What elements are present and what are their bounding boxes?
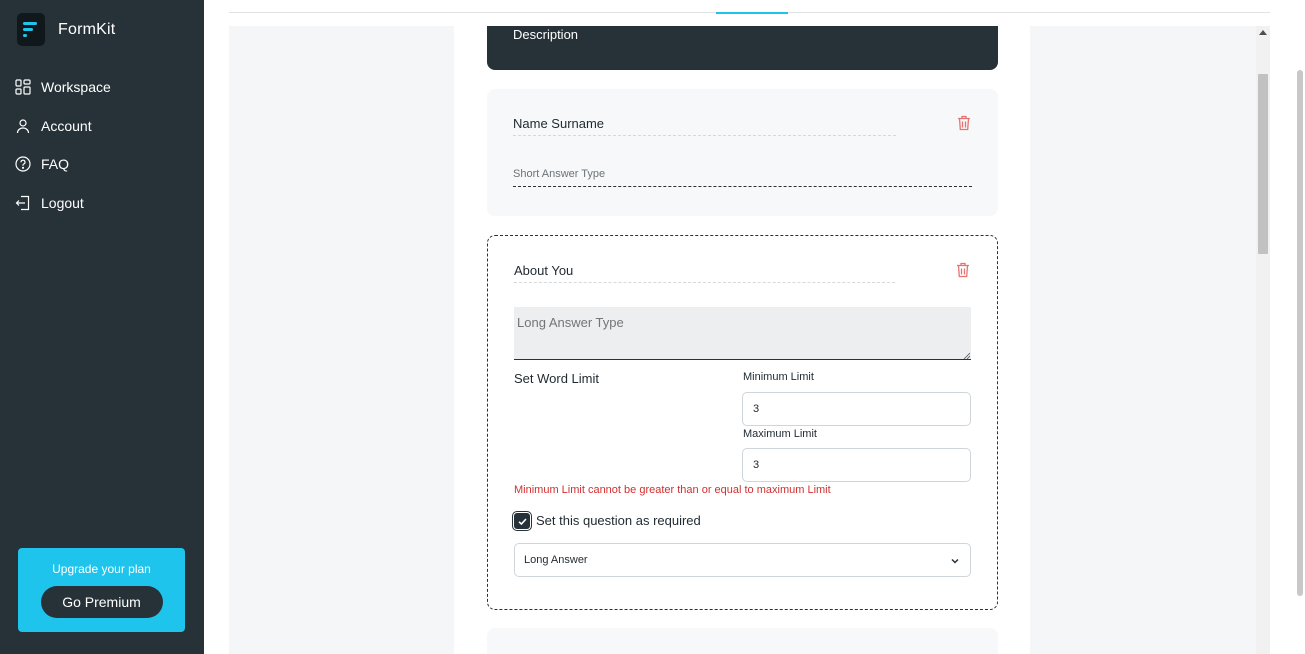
maximum-limit-label: Maximum Limit: [743, 428, 817, 440]
check-icon: [518, 518, 527, 526]
sidebar-item-workspace[interactable]: Workspace: [15, 68, 111, 107]
required-checkbox[interactable]: [512, 511, 532, 531]
answer-type-select[interactable]: Long Answer: [514, 543, 971, 577]
brand[interactable]: FormKit: [17, 13, 115, 46]
scroll-thumb[interactable]: [1258, 74, 1268, 254]
sidebar-item-faq[interactable]: FAQ: [15, 145, 111, 184]
answer-type-value: Long Answer: [524, 554, 588, 566]
question-title[interactable]: Name Surname: [513, 116, 896, 136]
trash-icon[interactable]: [957, 115, 971, 131]
formkit-logo-icon: [17, 13, 45, 46]
question-card[interactable]: Name Surname Short Answer Type: [487, 89, 998, 216]
go-premium-button[interactable]: Go Premium: [40, 586, 163, 618]
promo-title: Upgrade your plan: [52, 562, 151, 576]
grid-icon: [15, 79, 31, 95]
sidebar-item-logout[interactable]: Logout: [15, 184, 111, 223]
sidebar-item-account[interactable]: Account: [15, 107, 111, 146]
content-scrollbar[interactable]: [1256, 26, 1270, 654]
required-label[interactable]: Set this question as required: [536, 513, 701, 528]
scroll-up-arrow-icon[interactable]: [1259, 30, 1267, 35]
maximum-limit-input[interactable]: [742, 448, 971, 482]
chevron-down-icon: [951, 558, 959, 564]
sidebar-item-label: Logout: [41, 194, 84, 211]
app-name: FormKit: [58, 20, 116, 38]
question-circle-icon: [15, 156, 31, 172]
question-title[interactable]: About You: [514, 263, 895, 283]
logout-icon: [15, 195, 30, 210]
sidebar: FormKit Workspace Account FAQ Logout Upg…: [0, 0, 204, 654]
long-answer-textarea[interactable]: [514, 307, 971, 360]
minimum-limit-label: Minimum Limit: [743, 371, 814, 383]
short-answer-field: Short Answer Type: [513, 168, 972, 187]
question-card-active[interactable]: About You Set Word Limit Minimum Limit M…: [487, 235, 998, 610]
sidebar-item-label: FAQ: [41, 156, 70, 173]
sidebar-item-label: Account: [41, 117, 92, 134]
question-card[interactable]: [487, 628, 998, 654]
minimum-limit-input[interactable]: [742, 392, 971, 426]
description-label: Description: [513, 27, 579, 42]
limit-error-message: Minimum Limit cannot be greater than or …: [514, 484, 831, 496]
sidebar-nav: Workspace Account FAQ Logout: [15, 68, 111, 222]
resize-handle-icon[interactable]: [963, 352, 970, 359]
sidebar-item-label: Workspace: [41, 79, 111, 96]
active-tab-indicator: [716, 12, 788, 14]
upgrade-promo: Upgrade your plan Go Premium: [18, 548, 185, 632]
page-scrollbar-thumb[interactable]: [1297, 70, 1303, 596]
user-icon: [16, 119, 30, 133]
word-limit-label: Set Word Limit: [514, 371, 600, 386]
trash-icon[interactable]: [956, 262, 970, 278]
form-description-card[interactable]: Description: [487, 26, 998, 70]
